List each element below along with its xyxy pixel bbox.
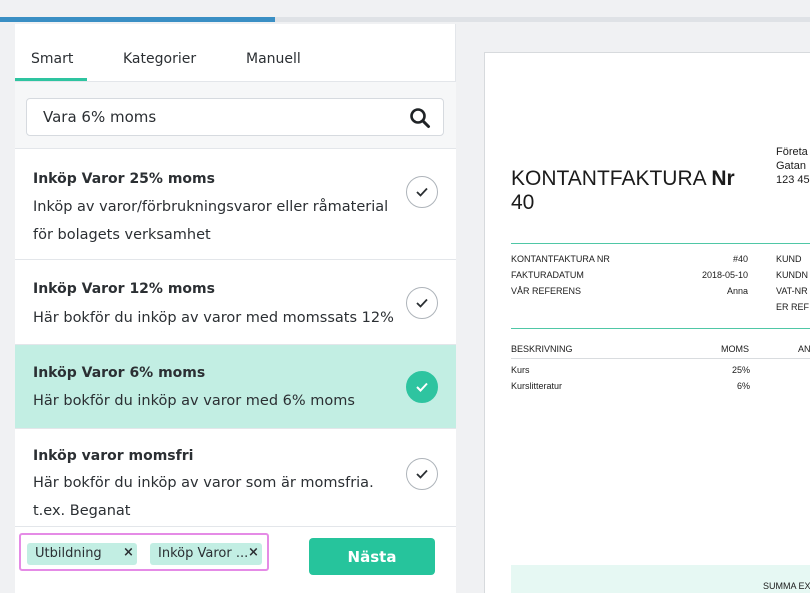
customer-label: ER REF <box>776 302 810 312</box>
search-area: Vara 6% moms <box>15 82 456 149</box>
item-description: Här bokför du inköp av varor med 6% moms <box>33 393 355 409</box>
column-header: AN <box>798 344 810 354</box>
item-title: Inköp Varor 25% moms <box>33 171 215 187</box>
invoice-title: KONTANTFAKTURA Nr 40 <box>511 167 761 215</box>
company-line: Gatan <box>776 160 806 172</box>
divider <box>511 328 810 329</box>
company-line: Företa <box>776 146 808 158</box>
list-item[interactable]: Inköp Varor 12% moms Här bokför du inköp… <box>15 260 456 345</box>
company-line: 123 45 <box>776 174 810 186</box>
meta-value: 2018-05-10 <box>702 270 749 280</box>
chip-inkop-varor: Inköp Varor ... × <box>150 543 262 565</box>
column-header: BESKRIVNING <box>511 344 573 354</box>
tab-manuell[interactable]: Manuell <box>246 51 301 67</box>
check-icon[interactable] <box>406 371 438 403</box>
progress-fill <box>0 17 276 22</box>
item-description: Här bokför du inköp av varor som är moms… <box>33 475 374 519</box>
customer-label: VAT-NR <box>776 286 808 296</box>
customer-label: KUNDN <box>776 270 809 280</box>
invoice-preview-area: KONTANTFAKTURA Nr 40 Företa Gatan 123 45… <box>457 24 810 593</box>
tab-kategorier[interactable]: Kategorier <box>123 51 196 67</box>
search-input-value[interactable]: Vara 6% moms <box>43 108 156 126</box>
meta-value: #40 <box>733 254 749 264</box>
item-title: Inköp Varor 6% moms <box>33 365 206 381</box>
bottom-bar: Utbildning × Inköp Varor ... × Nästa <box>15 526 456 593</box>
divider <box>511 358 810 359</box>
list-item-selected[interactable]: Inköp Varor 6% moms Här bokför du inköp … <box>15 345 456 429</box>
close-icon[interactable]: × <box>123 545 134 560</box>
row-description: Kurs <box>511 365 530 375</box>
meta-value: Anna <box>727 286 749 296</box>
invoice-title-text: KONTANTFAKTURA <box>511 167 706 190</box>
check-icon[interactable] <box>406 458 438 490</box>
meta-label: VÅR REFERENS <box>511 286 582 296</box>
meta-label: FAKTURADATUM <box>511 270 584 280</box>
item-description: Här bokför du inköp av varor med momssat… <box>33 310 394 326</box>
search-icon[interactable] <box>409 107 431 129</box>
tab-smart[interactable]: Smart <box>31 51 73 67</box>
meta-label: KONTANTFAKTURA NR <box>511 254 610 264</box>
tab-bar: Smart Kategorier Manuell <box>15 24 456 82</box>
item-description: Inköp av varor/förbrukningsvaror eller r… <box>33 199 389 243</box>
summary-label: SUMMA EX <box>763 581 810 591</box>
customer-label: KUND <box>776 254 802 264</box>
check-icon[interactable] <box>406 287 438 319</box>
chip-utbildning: Utbildning × <box>27 543 137 565</box>
invoice-title-nr: Nr <box>711 167 735 190</box>
check-icon[interactable] <box>406 176 438 208</box>
row-description: Kurslitteratur <box>511 381 563 391</box>
item-title: Inköp Varor 12% moms <box>33 281 215 297</box>
row-vat: 25% <box>732 365 751 375</box>
next-button[interactable]: Nästa <box>309 538 435 575</box>
close-icon[interactable]: × <box>248 545 259 560</box>
progress-bar <box>0 17 810 22</box>
account-picker-panel: Smart Kategorier Manuell Vara 6% moms In… <box>15 24 456 593</box>
column-header: MOMS <box>721 344 749 354</box>
list-item[interactable]: Inköp Varor 25% moms Inköp av varor/förb… <box>15 149 456 260</box>
divider <box>511 243 810 244</box>
company-address: Företa Gatan 123 45 <box>776 145 810 187</box>
selected-chips: Utbildning × Inköp Varor ... × <box>19 533 269 571</box>
list-item[interactable]: Inköp varor momsfri Här bokför du inköp … <box>15 429 456 526</box>
item-title: Inköp varor momsfri <box>33 448 194 464</box>
search-input[interactable]: Vara 6% moms <box>26 98 444 136</box>
invoice-number: 40 <box>511 191 535 214</box>
chip-label: Utbildning <box>35 546 102 561</box>
active-tab-indicator <box>15 78 87 81</box>
invoice-document: KONTANTFAKTURA Nr 40 Företa Gatan 123 45… <box>484 52 810 593</box>
row-vat: 6% <box>737 381 751 391</box>
chip-label: Inköp Varor ... <box>158 546 249 561</box>
